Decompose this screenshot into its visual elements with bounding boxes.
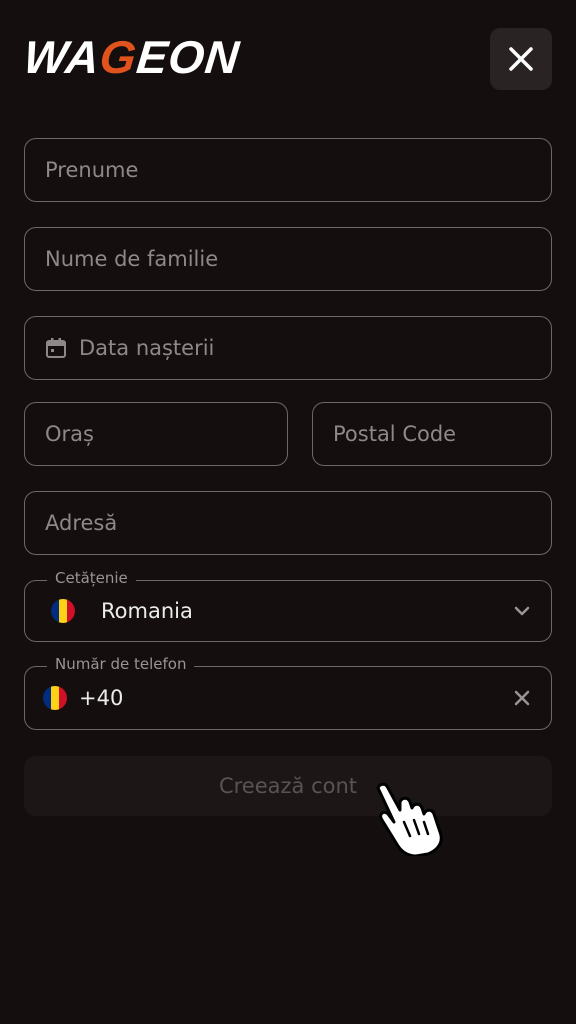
- phone-label: Număr de telefon: [47, 655, 195, 673]
- first-name-field[interactable]: Prenume: [24, 138, 552, 202]
- clear-phone-button[interactable]: [513, 689, 531, 707]
- last-name-field[interactable]: Nume de familie: [24, 227, 552, 291]
- phone-field[interactable]: Număr de telefon +40: [24, 655, 552, 730]
- romania-flag-icon: [51, 599, 75, 623]
- phone-prefix: +40: [79, 686, 124, 710]
- postal-code-placeholder: Postal Code: [333, 422, 457, 446]
- birth-date-placeholder: Data nașterii: [79, 336, 215, 360]
- create-account-button[interactable]: Creează cont: [24, 756, 552, 816]
- romania-flag-icon: [43, 686, 67, 710]
- city-placeholder: Oraș: [45, 422, 94, 446]
- close-icon: [509, 47, 533, 71]
- registration-page: WAGEON Prenume Nume de familie Data nașt…: [0, 0, 576, 1024]
- address-placeholder: Adresă: [45, 511, 118, 535]
- first-name-placeholder: Prenume: [45, 158, 139, 182]
- calendar-icon: [46, 338, 66, 358]
- citizenship-value: Romania: [101, 599, 193, 623]
- clear-icon: [514, 690, 530, 706]
- citizenship-label: Cetățenie: [47, 569, 136, 587]
- close-button[interactable]: [490, 28, 552, 90]
- birth-date-field[interactable]: Data nașterii: [24, 316, 552, 380]
- postal-code-field[interactable]: Postal Code: [312, 402, 552, 466]
- city-field[interactable]: Oraș: [24, 402, 288, 466]
- hand-pointer-icon: [376, 782, 443, 856]
- last-name-placeholder: Nume de familie: [45, 247, 219, 271]
- citizenship-select[interactable]: Cetățenie Romania: [24, 569, 552, 642]
- create-account-label: Creează cont: [218, 774, 358, 798]
- chevron-down-icon[interactable]: [513, 605, 531, 617]
- address-field[interactable]: Adresă: [24, 491, 552, 555]
- wageon-logo: WAGEON: [21, 31, 243, 83]
